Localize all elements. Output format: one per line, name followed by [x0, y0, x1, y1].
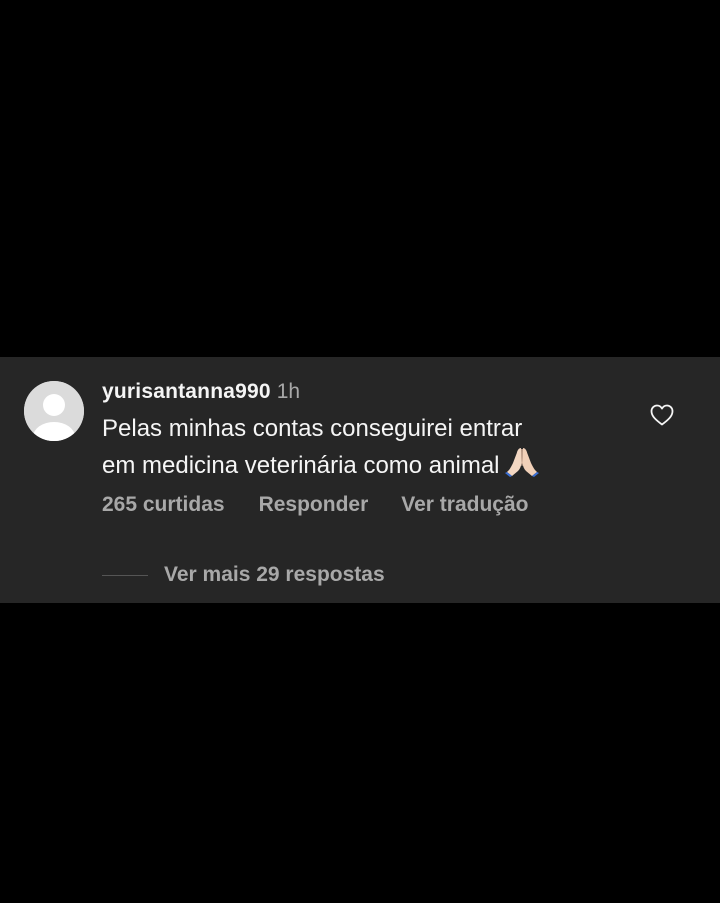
like-button[interactable]: [650, 404, 674, 426]
screenshot-page: yurisantanna990 1h Pelas minhas contas co…: [0, 0, 720, 903]
translate-button[interactable]: Ver tradução: [401, 491, 528, 519]
comment-item: yurisantanna990 1h Pelas minhas contas co…: [0, 357, 720, 603]
view-more-replies-label: Ver mais 29 respostas: [164, 563, 385, 586]
folded-hands-emoji-icon: [504, 445, 540, 486]
timestamp: 1h: [276, 380, 301, 403]
likes-count[interactable]: 265 curtidas: [102, 491, 225, 519]
comment-text: Pelas minhas contas conseguirei entrar e…: [102, 415, 523, 479]
reply-button[interactable]: Responder: [259, 491, 369, 519]
avatar[interactable]: [24, 381, 84, 441]
comment-header: yurisantanna990 1h: [102, 379, 300, 405]
username[interactable]: yurisantanna990: [102, 380, 271, 403]
default-avatar-icon: [24, 381, 84, 441]
comment-actions: 265 curtidas Responder Ver tradução: [102, 491, 529, 519]
heart-outline-icon: [650, 404, 674, 426]
view-more-replies-button[interactable]: Ver mais 29 respostas: [102, 561, 385, 589]
replies-divider: [102, 574, 148, 576]
comment-body: Pelas minhas contas conseguirei entrar e…: [102, 413, 622, 486]
